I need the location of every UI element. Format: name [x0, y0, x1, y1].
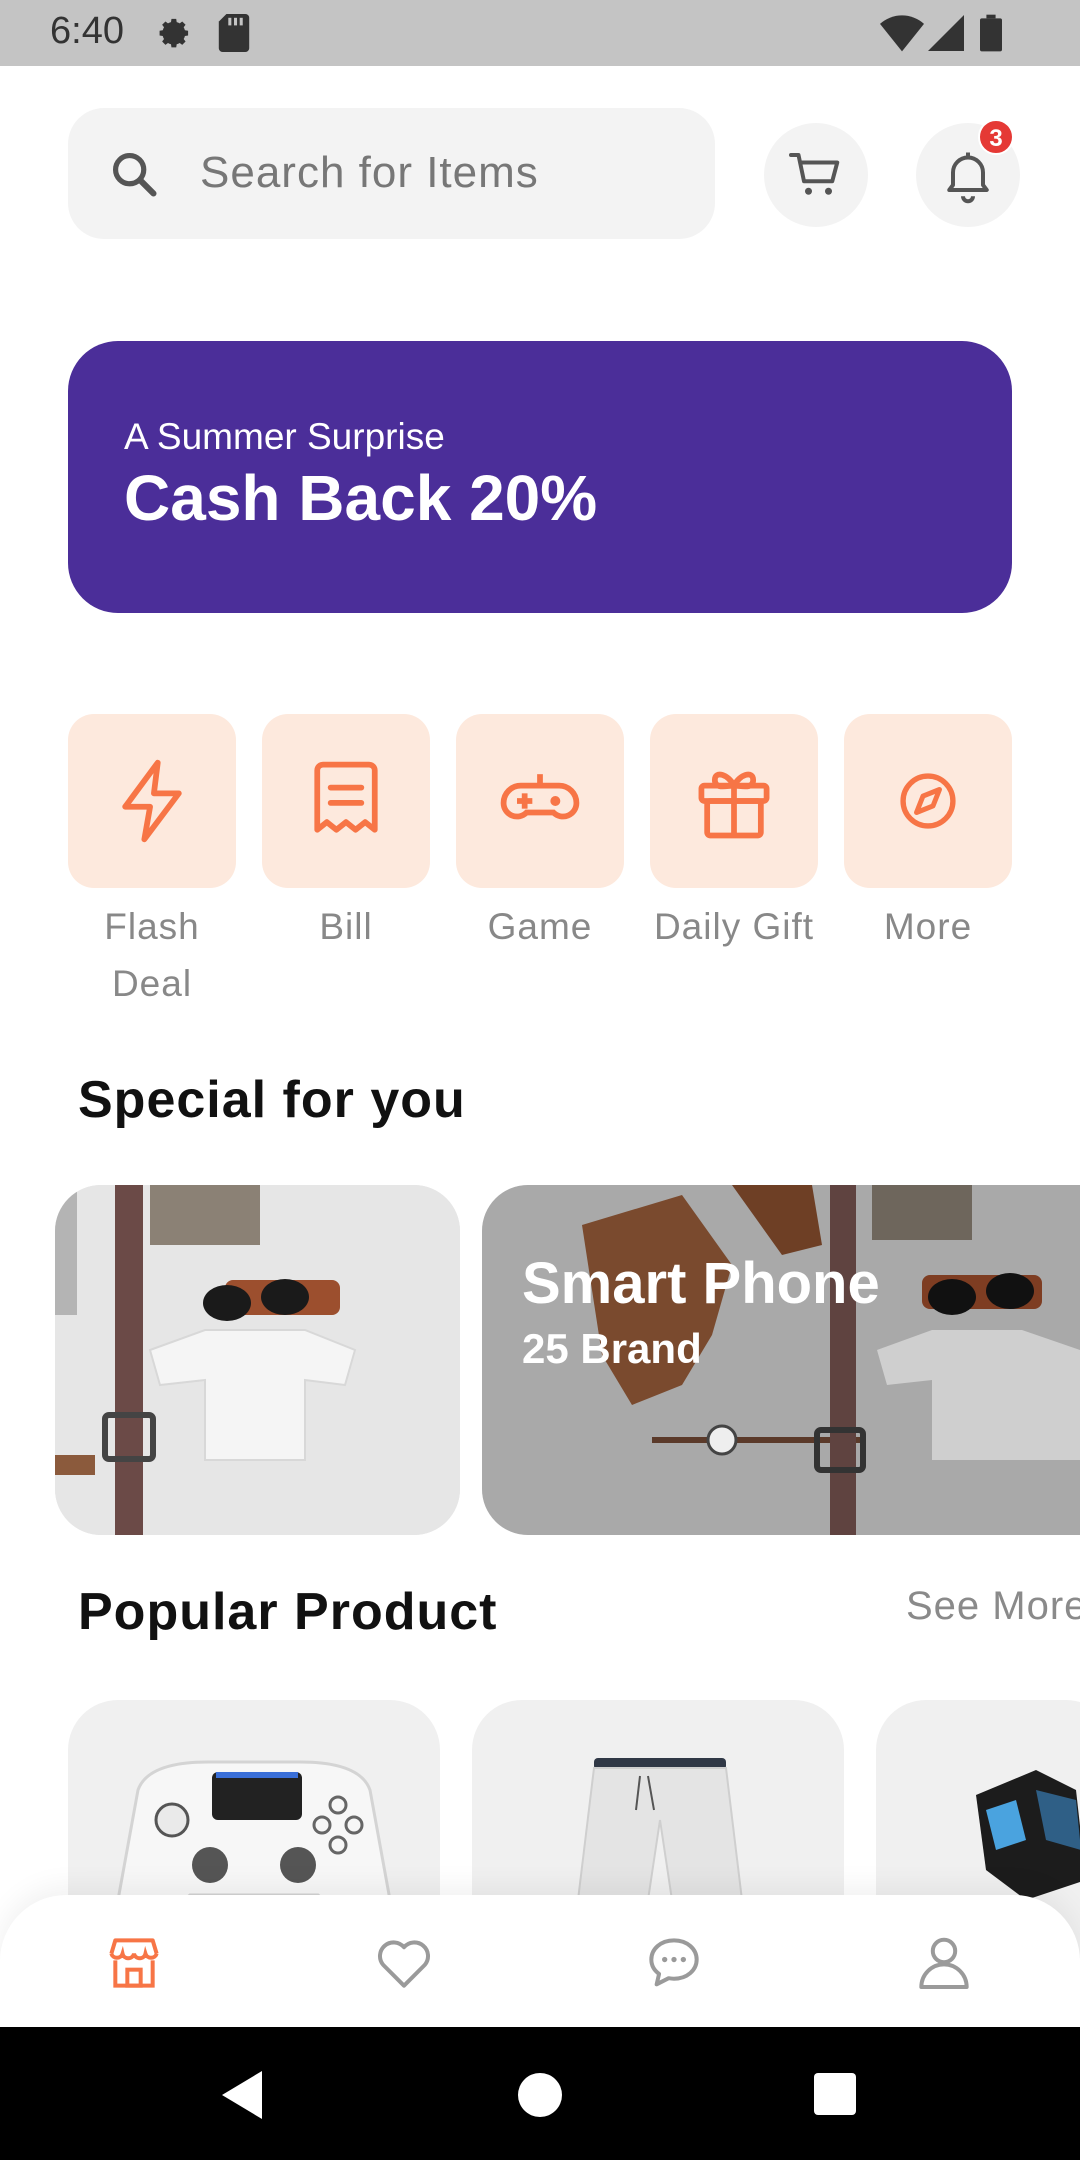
category-daily-gift[interactable]: Daily Gift — [650, 714, 818, 955]
category-icon-box — [456, 714, 624, 888]
wifi-icon — [880, 14, 924, 57]
search-placeholder: Search for Items — [200, 148, 539, 197]
popular-section-title: Popular Product — [78, 1583, 498, 1641]
special-card-image — [55, 1185, 460, 1535]
special-card-smart-phone[interactable]: Smart Phone 25 Brand — [482, 1185, 1080, 1535]
category-icon-box — [844, 714, 1012, 888]
shop-icon — [102, 1938, 166, 1999]
special-card[interactable] — [55, 1185, 460, 1535]
category-icon-box — [650, 714, 818, 888]
category-icon-box — [262, 714, 430, 888]
heart-icon — [372, 1940, 436, 1999]
see-more-link[interactable]: See More — [906, 1584, 1080, 1629]
promo-title: Cash Back 20% — [124, 462, 598, 534]
battery-icon — [980, 14, 1002, 57]
promo-subtitle: A Summer Surprise — [124, 416, 445, 457]
home-icon[interactable] — [518, 2073, 562, 2122]
nav-chat[interactable] — [642, 1931, 706, 1995]
category-icon-box — [68, 714, 236, 888]
nav-favorites[interactable] — [372, 1931, 436, 1995]
category-label: Game — [487, 906, 593, 947]
promo-banner[interactable]: A Summer Surprise Cash Back 20% — [68, 341, 1012, 613]
category-label: Daily Gift — [653, 906, 815, 947]
category-game[interactable]: Game — [456, 714, 624, 955]
signal-icon — [928, 14, 964, 57]
special-card-title: Smart Phone — [522, 1251, 880, 1316]
cart-button[interactable] — [764, 123, 868, 227]
recents-icon[interactable] — [814, 2073, 856, 2120]
search-icon — [108, 148, 160, 200]
bottom-nav — [0, 1895, 1080, 2027]
category-label: More — [883, 906, 973, 947]
status-bar: 6:40 — [0, 0, 1080, 66]
search-input[interactable]: Search for Items — [68, 108, 715, 239]
category-bill[interactable]: Bill — [262, 714, 430, 955]
nav-shop[interactable] — [102, 1931, 166, 1995]
category-label: Flash Deal — [104, 906, 200, 1004]
special-section-title: Special for you — [78, 1071, 466, 1129]
system-nav-bar — [0, 2027, 1080, 2160]
sd-card-icon — [218, 14, 250, 57]
user-icon — [912, 1937, 976, 1999]
nav-profile[interactable] — [912, 1931, 976, 1995]
chat-icon — [642, 1938, 706, 1999]
status-time: 6:40 — [50, 10, 124, 52]
special-card-subtitle: 25 Brand — [522, 1325, 702, 1372]
settings-icon — [155, 14, 193, 57]
category-flash-deal[interactable]: Flash Deal — [68, 714, 236, 1012]
category-more[interactable]: More — [844, 714, 1012, 955]
category-label: Bill — [319, 906, 373, 947]
notification-badge: 3 — [978, 119, 1014, 155]
back-icon[interactable] — [222, 2071, 266, 2124]
